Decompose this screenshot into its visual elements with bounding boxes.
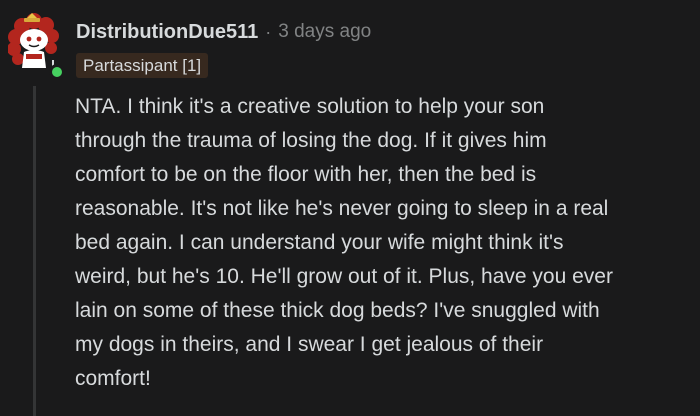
snoo-avatar-icon <box>7 13 59 68</box>
meta-separator: · <box>265 21 272 42</box>
comment-body: NTA. I think it's a creative solution to… <box>75 95 613 390</box>
comment-header: DistributionDue511 · 3 days ago <box>76 19 371 45</box>
user-flair: Partassipant [1] <box>76 53 209 78</box>
author-username[interactable]: DistributionDue511 <box>76 21 258 44</box>
comment-timestamp[interactable]: 3 days ago <box>278 21 371 43</box>
thread-collapse-line[interactable] <box>33 86 36 416</box>
user-avatar[interactable] <box>7 12 65 80</box>
online-status-icon <box>49 64 65 80</box>
